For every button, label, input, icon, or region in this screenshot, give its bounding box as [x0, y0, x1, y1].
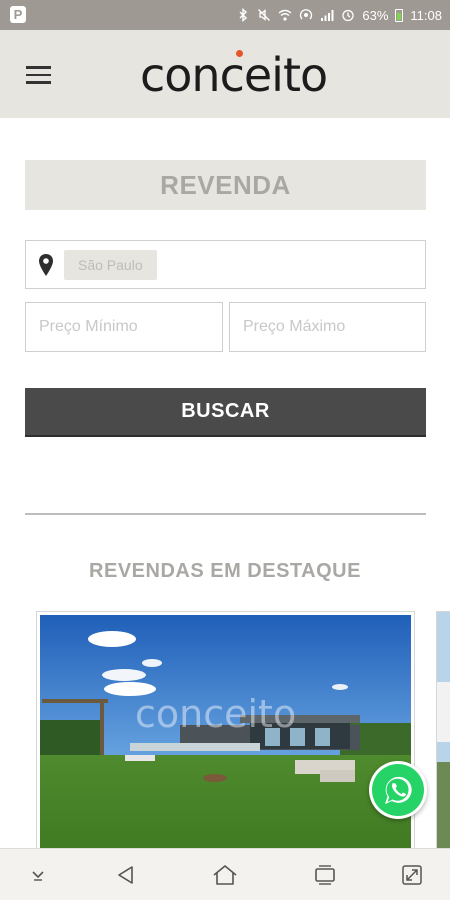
wifi-icon — [278, 9, 292, 21]
search-button[interactable]: BUSCAR — [25, 388, 426, 437]
whatsapp-icon — [372, 764, 424, 816]
recents-button[interactable] — [300, 849, 350, 900]
listing-image[interactable]: conceito — [40, 615, 411, 855]
next-listing-card-peek[interactable] — [436, 611, 450, 856]
page-title: REVENDA — [25, 160, 426, 210]
back-button[interactable] — [101, 849, 151, 900]
hamburger-menu-icon[interactable] — [26, 66, 51, 84]
location-field[interactable]: São Paulo — [25, 240, 426, 289]
alarm-icon — [342, 9, 355, 22]
section-title: REVENDAS EM DESTAQUE — [89, 560, 361, 582]
price-min-input[interactable] — [25, 302, 223, 352]
signal-icon — [321, 10, 334, 21]
screen-rotate-icon — [402, 865, 422, 885]
logo[interactable]: conceito — [140, 48, 328, 102]
next-listing-photo — [437, 612, 450, 855]
logo-dot — [236, 50, 243, 57]
price-max-input[interactable] — [229, 302, 426, 352]
location-chip[interactable]: São Paulo — [64, 250, 157, 280]
battery-percent: 63% — [362, 7, 389, 23]
keyboard-hide-button[interactable] — [13, 849, 63, 900]
image-watermark: conceito — [135, 692, 296, 736]
app-header: conceito — [0, 30, 450, 118]
featured-listing-card[interactable]: conceito — [36, 611, 415, 856]
clock: 11:08 — [410, 7, 442, 23]
hotspot-icon — [300, 9, 313, 20]
location-pin-icon — [39, 254, 53, 276]
page-title-text: REVENDA — [160, 169, 291, 200]
whatsapp-button[interactable] — [369, 761, 427, 819]
home-icon — [213, 865, 237, 885]
divider — [25, 513, 426, 515]
battery-icon — [395, 8, 404, 22]
bluetooth-icon — [239, 8, 248, 22]
mute-icon — [258, 9, 271, 21]
navigation-bar — [0, 848, 450, 900]
screen-rotate-button[interactable] — [387, 849, 437, 900]
listing-photo: conceito — [40, 615, 411, 855]
back-icon — [118, 866, 133, 884]
status-bar: P 63% 11:08 — [0, 0, 450, 30]
keyboard-hide-icon — [32, 871, 44, 881]
home-button[interactable] — [200, 849, 250, 900]
status-icons: 63% 11:08 — [236, 0, 442, 30]
app-notification-icon: P — [10, 6, 26, 23]
recents-icon — [315, 865, 335, 885]
